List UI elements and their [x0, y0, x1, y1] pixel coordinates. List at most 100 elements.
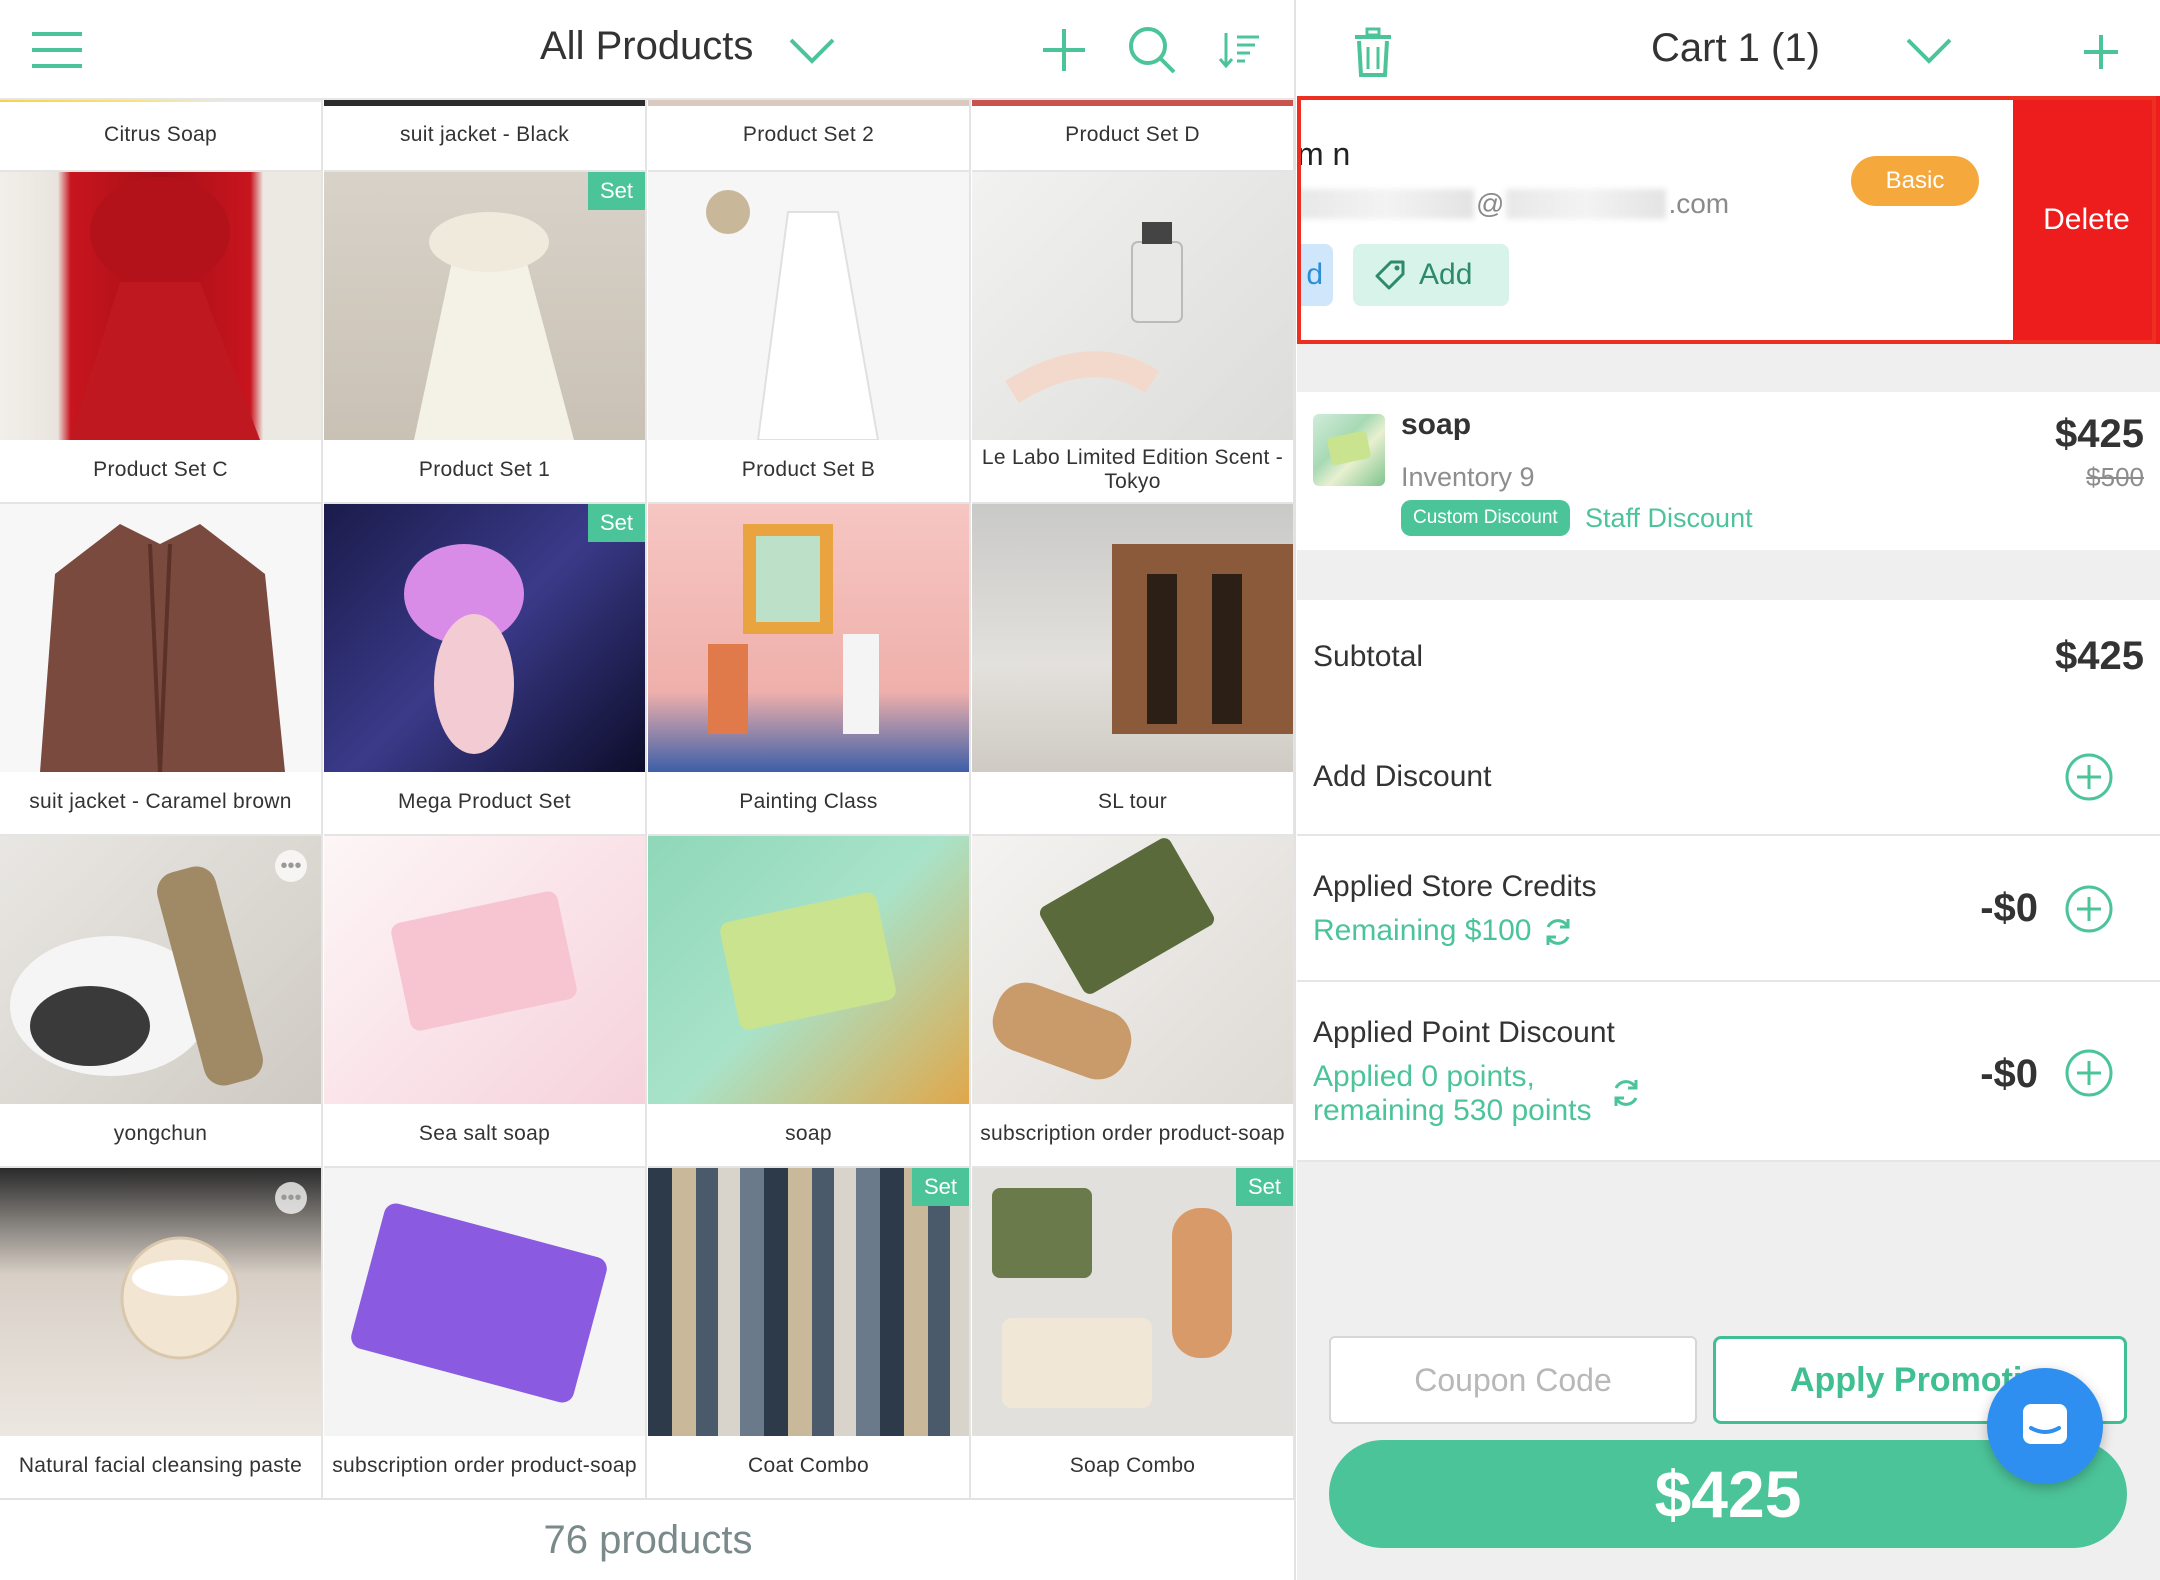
plus-icon[interactable]	[1034, 20, 1094, 80]
product-tile[interactable]: subscription order product-soap	[324, 1168, 647, 1498]
tag-icon	[1375, 260, 1405, 290]
product-tile[interactable]: suit jacket - Black	[324, 100, 647, 172]
item-inventory: Inventory 9	[1401, 462, 1535, 492]
store-credits-value: -$0	[1980, 886, 2038, 930]
product-image	[0, 172, 321, 440]
product-name: Coat Combo	[748, 1454, 869, 1477]
customer-email: @ .com	[1297, 188, 1729, 220]
product-name: Product Set B	[741, 458, 876, 481]
product-name: Le Labo Limited Edition Scent - Tokyo	[981, 446, 1284, 493]
product-tile[interactable]: Sea salt soap	[324, 836, 647, 1168]
product-name: Mega Product Set	[398, 790, 571, 813]
add-points-icon[interactable]	[2064, 1048, 2114, 1098]
product-name: Product Set C	[93, 458, 228, 481]
product-tile[interactable]: Product Set B	[648, 172, 971, 504]
product-image	[648, 172, 969, 441]
product-tile[interactable]: Citrus Soap	[0, 100, 323, 172]
item-name: soap	[1401, 408, 1472, 441]
cart-header: Cart 1 (1)	[1297, 0, 2160, 100]
product-tile[interactable]: subscription order product-soap	[972, 836, 1294, 1168]
add-discount-row[interactable]: Add Discount	[1297, 718, 2160, 836]
product-name: yongchun	[113, 1122, 208, 1145]
product-grid: Citrus Soap suit jacket - Black Product …	[0, 100, 1294, 1498]
sort-icon[interactable]	[1210, 22, 1270, 78]
product-tile[interactable]: ••• Natural facial cleansing paste	[0, 1168, 323, 1498]
product-name: Soap Combo	[1069, 1454, 1196, 1477]
points-discount-value: -$0	[1980, 1052, 2038, 1096]
product-image	[0, 504, 321, 773]
product-tile[interactable]: Product Set C	[0, 172, 323, 504]
chat-icon[interactable]	[1987, 1368, 2103, 1484]
add-tag-button[interactable]: Add	[1353, 244, 1509, 306]
product-name: suit jacket - Black	[399, 123, 570, 146]
product-name: Painting Class	[739, 790, 878, 813]
coupon-code-input[interactable]	[1329, 1336, 1697, 1424]
customer-row[interactable]: m n @ .com Basic d Add Delete	[1297, 96, 2160, 344]
cart-pane: Cart 1 (1) m n @ .com Basic d Add Delete…	[1297, 0, 2160, 1580]
cart-title[interactable]: Cart 1 (1)	[1651, 26, 1820, 71]
set-badge: Set	[587, 504, 645, 542]
add-discount-label: Add Discount	[1313, 760, 1492, 793]
product-name: Product Set 1	[418, 458, 551, 481]
chevron-down-icon[interactable]	[1897, 26, 1961, 76]
plus-icon[interactable]	[2071, 22, 2131, 82]
set-badge: Set	[1235, 1168, 1293, 1206]
product-tile[interactable]: ••• yongchun	[0, 836, 323, 1168]
order-summary: Subtotal $425 Add Discount Applied Store…	[1297, 600, 2160, 1162]
products-title[interactable]: All Products	[540, 24, 753, 69]
product-count: 76 products	[0, 1498, 1294, 1580]
product-name: Sea salt soap	[418, 1122, 551, 1145]
subtotal-row: Subtotal $425	[1297, 600, 2160, 718]
product-image	[0, 836, 321, 1104]
search-icon[interactable]	[1122, 20, 1182, 80]
chevron-down-icon[interactable]	[780, 26, 844, 76]
product-image	[324, 504, 645, 772]
store-credits-row[interactable]: Applied Store Credits Remaining $100 -$0	[1297, 836, 2160, 982]
add-store-credits-icon[interactable]	[2064, 884, 2114, 934]
store-credits-label: Applied Store Credits	[1313, 870, 1597, 903]
product-image	[648, 836, 969, 1104]
product-tile[interactable]: Product Set D	[972, 100, 1294, 172]
points-discount-row[interactable]: Applied Point Discount Applied 0 points,…	[1297, 982, 2160, 1162]
product-tile[interactable]: soap	[648, 836, 971, 1168]
product-name: suit jacket - Caramel brown	[29, 790, 292, 813]
add-discount-icon[interactable]	[2064, 752, 2114, 802]
points-discount-detail: Applied 0 points, remaining 530 points	[1313, 1060, 1592, 1128]
product-image	[324, 1168, 645, 1436]
product-tile[interactable]: Le Labo Limited Edition Scent - Tokyo	[972, 172, 1294, 504]
product-image	[648, 1168, 969, 1436]
product-tile[interactable]: Painting Class	[648, 504, 971, 836]
products-header: All Products	[0, 0, 1294, 100]
product-tile[interactable]: Set Soap Combo	[972, 1168, 1294, 1498]
delete-customer-button[interactable]: Delete	[2013, 96, 2160, 344]
store-credits-remaining-text: Remaining $100	[1313, 914, 1532, 947]
product-tile[interactable]: SL tour	[972, 504, 1294, 836]
cart-line-item[interactable]: soap Inventory 9 Custom Discount Staff D…	[1297, 392, 2160, 550]
redacted-text	[1299, 189, 1474, 219]
product-name: subscription order product-soap	[980, 1122, 1285, 1145]
product-tile[interactable]: Set Product Set 1	[324, 172, 647, 504]
product-tile[interactable]: Set Coat Combo	[648, 1168, 971, 1498]
product-tile[interactable]: Set Mega Product Set	[324, 504, 647, 836]
points-discount-label: Applied Point Discount	[1313, 1016, 1615, 1049]
subtotal-label: Subtotal	[1313, 640, 1424, 673]
refresh-icon[interactable]	[1609, 1076, 1643, 1110]
store-credits-remaining: Remaining $100	[1313, 914, 1575, 949]
more-options-icon[interactable]: •••	[275, 1182, 307, 1214]
product-image	[972, 1168, 1293, 1436]
product-tile[interactable]: suit jacket - Caramel brown	[0, 504, 323, 836]
trash-icon[interactable]	[1343, 22, 1403, 82]
customer-tag-chip[interactable]: d	[1297, 244, 1333, 306]
product-tile[interactable]: Product Set 2	[648, 100, 971, 172]
product-name: Product Set 2	[742, 123, 875, 146]
refresh-icon[interactable]	[1541, 915, 1575, 949]
item-price: $425	[2055, 412, 2144, 456]
hamburger-menu-icon[interactable]	[22, 20, 92, 80]
subtotal-value: $425	[2055, 634, 2144, 678]
more-options-icon[interactable]: •••	[275, 850, 307, 882]
product-image	[972, 836, 1293, 1104]
product-name: soap	[785, 1122, 832, 1145]
product-image	[324, 836, 645, 1104]
product-name: subscription order product-soap	[332, 1454, 637, 1477]
staff-discount-label: Staff Discount	[1585, 502, 1753, 533]
